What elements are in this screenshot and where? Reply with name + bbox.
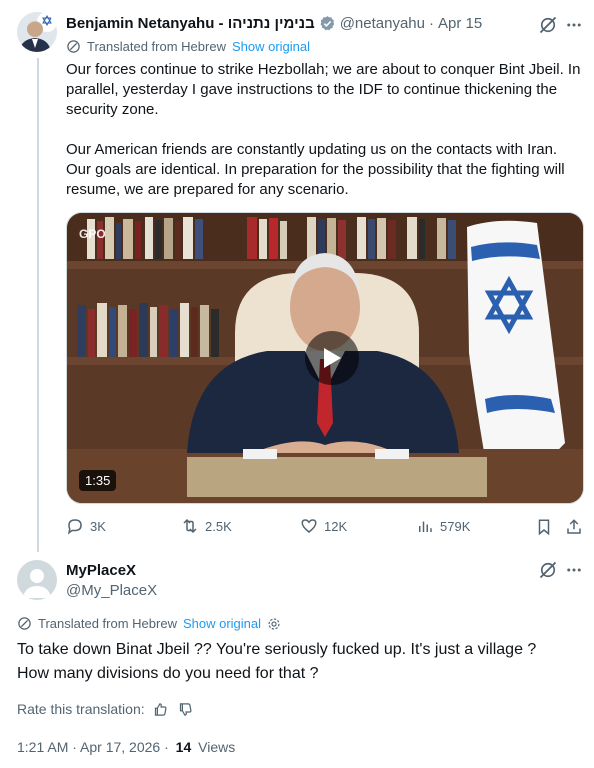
rate-translation-row: Rate this translation: <box>17 701 193 717</box>
reply-count: 3K <box>90 518 106 534</box>
reply-text-line-2: How many divisions do you need for that … <box>17 665 319 682</box>
separator-dot: · <box>429 15 434 32</box>
avatar[interactable] <box>17 12 57 52</box>
reply-author-handle[interactable]: @My_PlaceX <box>66 582 157 599</box>
reply-text-line-1: To take down Binat Jbeil ?? You're serio… <box>17 641 537 658</box>
share-icon[interactable] <box>563 516 585 538</box>
views-count: 579K <box>440 518 471 534</box>
author-name[interactable]: Benjamin Netanyahu - בנימין נתניהו <box>66 15 315 32</box>
reply-author-name[interactable]: MyPlaceX <box>66 562 136 579</box>
translation-row: Translated from Hebrew Show original <box>66 39 310 54</box>
gpo-watermark: GPO <box>79 227 106 241</box>
thumbs-up-icon[interactable] <box>153 702 168 717</box>
play-icon[interactable] <box>305 331 359 385</box>
reply-icon <box>67 519 82 535</box>
translate-icon <box>66 39 81 54</box>
video-player[interactable]: GPO 1:35 <box>66 212 584 504</box>
thread-line <box>37 58 39 552</box>
reply-text: To take down Binat Jbeil ?? You're serio… <box>17 638 582 686</box>
reply-translation-row: Translated from Hebrew Show original <box>17 616 281 631</box>
reply-timestamp[interactable]: 1:21 AM · Apr 17, 2026 · <box>17 739 169 755</box>
tweet-paragraph-2: Our American friends are constantly upda… <box>66 141 565 198</box>
video-duration: 1:35 <box>79 470 117 491</box>
reply-views-label: Views <box>198 739 236 755</box>
bookmark-icon[interactable] <box>533 516 555 538</box>
show-original-link[interactable]: Show original <box>232 39 310 54</box>
translate-icon <box>17 616 32 631</box>
verified-badge-icon <box>319 15 336 32</box>
views-button[interactable]: 579K <box>416 517 470 535</box>
rate-translation-label: Rate this translation: <box>17 701 145 717</box>
reply-button[interactable]: 3K <box>66 517 106 535</box>
repost-count: 2.5K <box>205 518 232 534</box>
like-icon <box>301 519 317 533</box>
thumbs-down-icon[interactable] <box>178 702 193 717</box>
tweet-date[interactable]: Apr 15 <box>438 15 482 32</box>
repost-icon <box>183 518 197 534</box>
reply-meta: 1:21 AM · Apr 17, 2026 · 14 Views <box>17 739 235 755</box>
grok-icon[interactable] <box>537 559 559 581</box>
like-button[interactable]: 12K <box>300 517 347 535</box>
show-original-link[interactable]: Show original <box>183 616 261 631</box>
reply-views-count: 14 <box>175 739 192 755</box>
more-icon[interactable] <box>563 559 585 581</box>
tweet-paragraph-1: Our forces continue to strike Hezbollah;… <box>66 61 581 118</box>
settings-icon[interactable] <box>267 617 281 631</box>
author-handle[interactable]: @netanyahu <box>340 15 425 32</box>
repost-button[interactable]: 2.5K <box>181 517 232 535</box>
tweet-header: Benjamin Netanyahu - בנימין נתניהו @neta… <box>66 15 482 32</box>
tweet-text: Our forces continue to strike Hezbollah;… <box>66 60 581 200</box>
more-icon[interactable] <box>563 14 585 36</box>
like-count: 12K <box>324 518 348 534</box>
avatar[interactable] <box>17 560 57 600</box>
translated-label: Translated from Hebrew <box>38 616 177 631</box>
translated-label: Translated from Hebrew <box>87 39 226 54</box>
grok-icon[interactable] <box>537 14 559 36</box>
views-icon <box>419 521 432 532</box>
